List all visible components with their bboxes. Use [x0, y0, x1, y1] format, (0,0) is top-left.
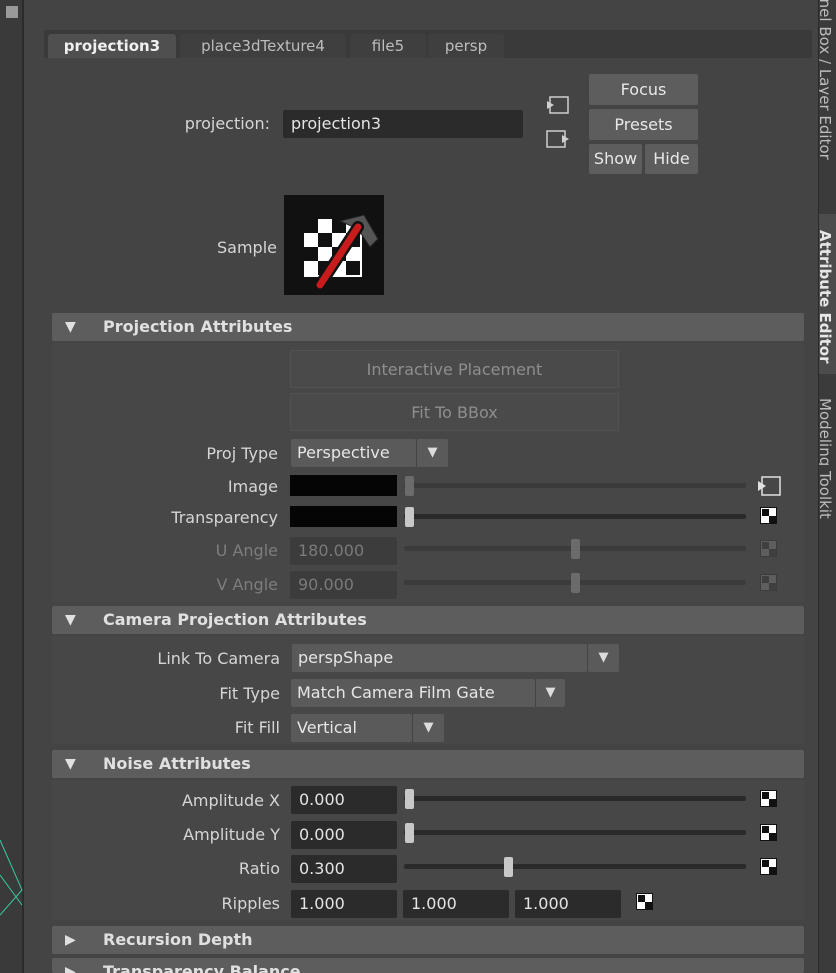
checker-map-icon[interactable] [760, 540, 777, 557]
projection-node-icon [304, 214, 379, 291]
collapsed-triangle-icon: ▶ [65, 964, 76, 973]
presets-button[interactable]: Presets [589, 109, 698, 140]
fit-fill-label: Fit Fill [234, 718, 280, 737]
sample-label: Sample [217, 238, 277, 257]
amplitude-y-slider-track[interactable] [404, 830, 746, 835]
ripples-label: Ripples [221, 894, 281, 913]
interactive-placement-button[interactable]: Interactive Placement [290, 350, 619, 388]
fit-type-dropdown[interactable]: Match Camera Film Gate [291, 679, 535, 707]
u-angle-label: U Angle [215, 541, 278, 560]
checker-map-icon[interactable] [760, 824, 777, 841]
image-slider-track[interactable] [404, 483, 746, 488]
checker-map-icon[interactable] [760, 858, 777, 875]
amplitude-x-slider-thumb[interactable] [405, 789, 414, 809]
collapsed-triangle-icon: ▶ [65, 932, 76, 948]
fit-to-bbox-button[interactable]: Fit To BBox [290, 393, 619, 431]
section-title: Camera Projection Attributes [103, 610, 367, 629]
link-to-camera-dropdown[interactable]: perspShape [292, 644, 587, 672]
u-angle-slider-thumb[interactable] [571, 539, 580, 559]
image-color-swatch[interactable] [290, 475, 397, 496]
transparency-slider-track[interactable] [404, 514, 746, 519]
expanded-triangle-icon: ▼ [65, 756, 76, 772]
proj-type-dropdown[interactable]: Perspective [291, 439, 416, 467]
section-transparency-balance[interactable]: ▶ Transparency Balance [52, 958, 804, 973]
side-tab-label: Attribute Editor [819, 230, 834, 364]
ratio-label: Ratio [238, 859, 280, 878]
input-connection-icon[interactable] [545, 94, 571, 116]
side-tab-attribute-editor[interactable]: Attribute Editor [819, 214, 836, 374]
viewport-wireframe [0, 839, 23, 916]
section-noise-attributes[interactable]: ▼ Noise Attributes [52, 750, 804, 778]
amplitude-x-slider-track[interactable] [404, 796, 746, 801]
transparency-color-swatch[interactable] [290, 506, 397, 527]
amplitude-y-field[interactable]: 0.000 [291, 821, 397, 849]
chevron-down-icon[interactable]: ▼ [412, 714, 444, 742]
amplitude-x-label: Amplitude X [181, 791, 280, 810]
show-button[interactable]: Show [589, 144, 642, 174]
chevron-down-icon[interactable]: ▼ [416, 439, 448, 467]
expanded-triangle-icon: ▼ [65, 612, 76, 628]
ratio-field[interactable]: 0.300 [291, 855, 397, 883]
section-title: Noise Attributes [103, 754, 251, 773]
link-to-camera-label: Link To Camera [157, 649, 280, 668]
projection-name-field[interactable]: projection3 [283, 110, 523, 138]
chevron-down-icon[interactable]: ▼ [587, 644, 619, 672]
checker-map-icon[interactable] [760, 507, 777, 524]
ripples-z-field[interactable]: 1.000 [515, 890, 621, 918]
tab-file5[interactable]: file5 [350, 34, 426, 58]
section-title: Transparency Balance [103, 962, 301, 973]
side-tab-channel-box[interactable]: Channel Box / Layer Editor [819, 0, 836, 210]
amplitude-x-field[interactable]: 0.000 [291, 786, 397, 814]
image-label: Image [227, 477, 278, 496]
output-connection-icon[interactable] [545, 128, 571, 150]
projection-name-label: projection: [184, 114, 270, 133]
node-tab-bar: projection3 place3dTexture4 file5 persp [44, 30, 812, 58]
section-title: Recursion Depth [103, 930, 253, 949]
side-tab-modeling-toolkit[interactable]: Modeling Toolkit [819, 380, 836, 540]
amplitude-y-label: Amplitude Y [183, 825, 280, 844]
hide-button[interactable]: Hide [645, 144, 698, 174]
fit-type-label: Fit Type [219, 684, 280, 703]
tab-place3dtexture4[interactable]: place3dTexture4 [180, 34, 346, 58]
image-slider-thumb[interactable] [405, 476, 414, 496]
v-angle-field[interactable]: 90.000 [290, 571, 397, 599]
section-projection-attributes[interactable]: ▼ Projection Attributes [52, 313, 804, 341]
section-recursion-depth[interactable]: ▶ Recursion Depth [52, 926, 804, 954]
fit-fill-dropdown[interactable]: Vertical [291, 714, 412, 742]
side-tab-label: Channel Box / Layer Editor [819, 0, 834, 160]
input-connection-icon[interactable] [757, 474, 781, 498]
tab-projection3[interactable]: projection3 [48, 34, 176, 58]
tab-persp[interactable]: persp [428, 34, 504, 58]
ripples-x-field[interactable]: 1.000 [291, 890, 397, 918]
amplitude-y-slider-thumb[interactable] [405, 823, 414, 843]
ratio-slider-track[interactable] [404, 864, 746, 869]
side-tab-strip: Channel Box / Layer Editor Attribute Edi… [818, 0, 836, 973]
checker-map-icon[interactable] [636, 893, 653, 910]
side-tab-label: Modeling Toolkit [819, 398, 834, 519]
v-angle-slider-thumb[interactable] [571, 573, 580, 593]
section-title: Projection Attributes [103, 317, 293, 336]
sample-swatch[interactable] [284, 195, 384, 295]
focus-button[interactable]: Focus [589, 74, 698, 105]
v-angle-label: V Angle [216, 575, 278, 594]
panel-corner-icon[interactable] [6, 6, 18, 18]
ratio-slider-thumb[interactable] [504, 857, 513, 877]
transparency-label: Transparency [171, 508, 278, 527]
expanded-triangle-icon: ▼ [65, 319, 76, 335]
ripples-y-field[interactable]: 1.000 [403, 890, 509, 918]
left-viewport-strip [0, 0, 24, 973]
checker-map-icon[interactable] [760, 790, 777, 807]
checker-map-icon[interactable] [760, 574, 777, 591]
u-angle-field[interactable]: 180.000 [290, 537, 397, 565]
transparency-slider-thumb[interactable] [405, 507, 414, 527]
proj-type-label: Proj Type [206, 444, 278, 463]
section-camera-projection-attributes[interactable]: ▼ Camera Projection Attributes [52, 606, 804, 634]
chevron-down-icon[interactable]: ▼ [535, 679, 565, 707]
